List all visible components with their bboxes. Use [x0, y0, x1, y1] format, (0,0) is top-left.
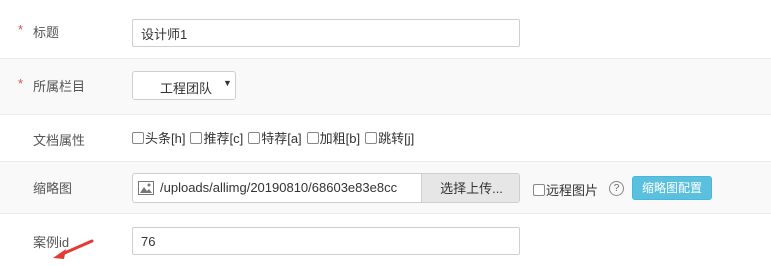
title-label: 标题: [33, 25, 60, 40]
checkbox-icon[interactable]: [533, 183, 545, 196]
remote-image-label: 远程图片: [546, 183, 599, 198]
thumbnail-label: 缩略图: [33, 181, 73, 196]
checkbox-icon[interactable]: [365, 131, 378, 144]
title-input[interactable]: [132, 19, 520, 47]
checkbox-label: 跳转[j]: [378, 131, 415, 146]
attribute-jump-checkbox[interactable]: 跳转[j]: [365, 128, 414, 147]
attribute-headline-checkbox[interactable]: 头条[h]: [132, 128, 185, 147]
attribute-recommend-checkbox[interactable]: 推荐[c]: [190, 128, 243, 147]
checkbox-label: 特荐[a]: [261, 131, 302, 146]
category-select[interactable]: 工程团队 ▼: [132, 71, 236, 100]
checkbox-label: 头条[h]: [145, 131, 186, 146]
checkbox-icon[interactable]: [306, 131, 319, 144]
checkbox-label: 加粗[b]: [319, 131, 361, 146]
chevron-down-icon: ▼: [223, 78, 232, 88]
category-label: 所属栏目: [33, 79, 86, 94]
required-mark: *: [18, 22, 24, 37]
thumbnail-path-input[interactable]: /uploads/allimg/20190810/68603e83e8cc: [160, 180, 422, 195]
checkbox-icon[interactable]: [132, 131, 144, 144]
upload-button[interactable]: 选择上传...: [421, 174, 519, 202]
image-icon: [138, 181, 154, 195]
attribute-checkbox-group: 头条[h] 推荐[c] 特荐[a] 加粗[b] 跳转[j]: [132, 128, 419, 147]
attributes-row: 文档属性 头条[h] 推荐[c] 特荐[a] 加粗[b] 跳转[j]: [0, 115, 771, 162]
remote-image-checkbox[interactable]: 远程图片: [533, 180, 598, 199]
checkbox-icon[interactable]: [248, 131, 261, 144]
thumbnail-file-field: /uploads/allimg/20190810/68603e83e8cc 选择…: [132, 173, 520, 203]
category-row: * 所属栏目 工程团队 ▼: [0, 59, 771, 115]
case-id-row: 案例id: [0, 214, 771, 266]
help-icon[interactable]: ?: [609, 181, 624, 196]
annotation-arrow-icon: [53, 239, 94, 259]
required-mark: *: [18, 76, 24, 91]
thumbnail-config-button[interactable]: 缩略图配置: [632, 176, 712, 200]
case-id-input[interactable]: [132, 227, 520, 255]
category-selected-value: 工程团队: [160, 81, 213, 96]
attribute-bold-checkbox[interactable]: 加粗[b]: [306, 128, 361, 147]
attributes-label: 文档属性: [33, 133, 86, 148]
thumbnail-row: 缩略图 /uploads/allimg/20190810/68603e83e8c…: [0, 162, 771, 214]
checkbox-label: 推荐[c]: [203, 131, 244, 146]
title-row: * 标题: [0, 0, 771, 59]
checkbox-icon[interactable]: [190, 131, 203, 144]
attribute-special-checkbox[interactable]: 特荐[a]: [248, 128, 302, 147]
